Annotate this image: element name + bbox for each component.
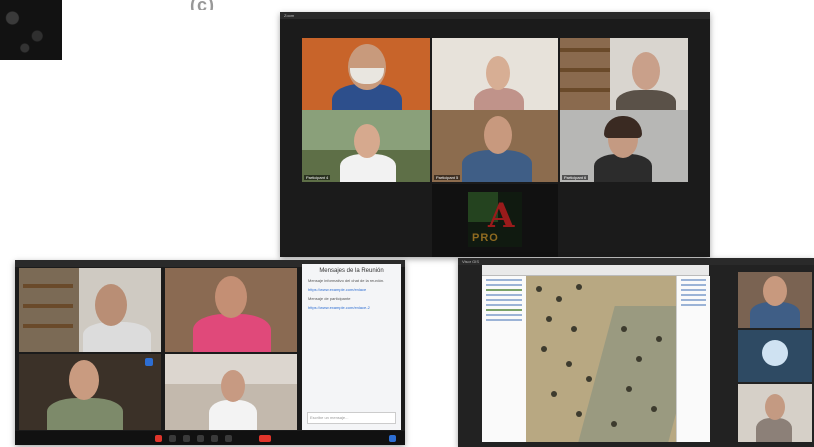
chat-message: Mensaje informativo del chat de la reuni…	[308, 278, 385, 283]
figure-caption: (c)	[190, 0, 215, 10]
avatar	[762, 340, 788, 366]
participants-button[interactable]	[183, 435, 190, 442]
video-tile[interactable]: Participant 1	[302, 38, 430, 118]
video-tile[interactable]	[738, 272, 812, 328]
chat-panel[interactable]: Mensajes de la Reunión Mensaje informati…	[302, 264, 401, 430]
chat-title: Mensajes de la Reunión	[319, 268, 384, 274]
window-titlebar: Visor GIS	[458, 258, 814, 265]
aerial-map-view[interactable]	[526, 276, 676, 442]
zoom-window-gallery[interactable]: Zoom Participant 1 Participant 2 Partici…	[280, 12, 710, 257]
video-tile[interactable]: Participant 6	[560, 110, 688, 182]
window-titlebar: Zoom	[280, 12, 710, 19]
video-tile[interactable]	[738, 384, 812, 442]
gis-attribute-panel[interactable]	[676, 276, 710, 442]
video-tile[interactable]	[19, 268, 161, 352]
end-call-button[interactable]	[259, 435, 271, 442]
video-tile[interactable]: Participant 2	[432, 38, 558, 118]
gis-layers-panel[interactable]	[482, 276, 527, 442]
video-tile[interactable]	[19, 354, 161, 430]
chat-link[interactable]: https://www.example.com/enlace-2	[308, 305, 395, 310]
share-screen-button[interactable]	[211, 435, 218, 442]
chat-message: Mensaje de participante	[308, 296, 351, 301]
zoom-window-screenshare[interactable]: Visor GIS	[458, 258, 814, 447]
video-tile[interactable]: Participant 4	[302, 110, 430, 182]
meeting-toolbar	[15, 431, 405, 445]
chat-link[interactable]: https://www.example.com/enlace	[308, 287, 395, 292]
video-tile-avatar[interactable]	[738, 330, 812, 382]
chat-button[interactable]	[197, 435, 204, 442]
zoom-window-chat[interactable]: Mensajes de la Reunión Mensaje informati…	[15, 260, 405, 445]
mute-button[interactable]	[155, 435, 162, 442]
video-tile-logo[interactable]: A PRO	[432, 184, 558, 257]
gis-menubar[interactable]	[482, 265, 709, 276]
video-tile[interactable]: Participant 5	[432, 110, 558, 182]
record-button[interactable]	[225, 435, 232, 442]
video-tile[interactable]	[165, 268, 297, 352]
video-tile[interactable]: Participant 3	[560, 38, 688, 118]
cropped-map-image	[0, 0, 62, 60]
logo-icon: A PRO	[468, 192, 522, 247]
video-button[interactable]	[169, 435, 176, 442]
settings-button[interactable]	[389, 435, 396, 442]
video-tile[interactable]	[165, 354, 297, 430]
chat-input[interactable]: Escribe un mensaje...	[307, 412, 396, 424]
